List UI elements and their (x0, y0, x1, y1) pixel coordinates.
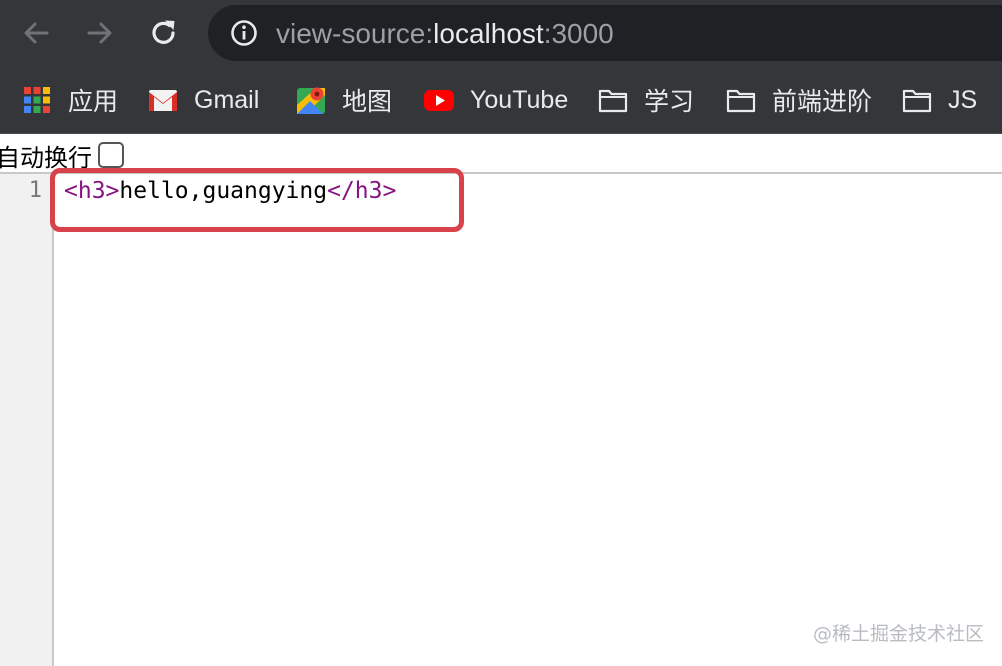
bookmark-apps[interactable]: 应用 (22, 84, 118, 116)
browser-toolbar: view-source:localhost:3000 (0, 0, 1002, 66)
bookmark-label: 地图 (342, 88, 393, 116)
reload-icon (152, 20, 175, 44)
watermark: @稀土掘金技术社区 (812, 623, 984, 645)
url-host: localhost (433, 18, 544, 49)
view-source-page: 自动换行 1 <h3>hello,guangying</h3> @稀土掘金技术社… (0, 134, 1002, 666)
back-button[interactable] (16, 13, 56, 53)
maps-icon (297, 87, 325, 114)
folder-icon (598, 89, 628, 113)
highlight-annotation-box (50, 168, 464, 232)
bookmark-folder-js[interactable]: JS (902, 84, 977, 116)
url-port: :3000 (543, 18, 614, 49)
bookmark-label: YouTube (470, 85, 569, 114)
back-arrow-icon (24, 22, 49, 44)
folder-icon (726, 89, 756, 113)
bookmark-folder-frontend[interactable]: 前端进阶 (726, 84, 872, 116)
bookmark-folder-study[interactable]: 学习 (598, 84, 694, 116)
bookmark-maps[interactable]: 地图 (296, 84, 392, 116)
line-number-gutter: 1 (0, 174, 54, 666)
bookmark-label: 应用 (68, 88, 119, 116)
bookmark-gmail[interactable]: Gmail (148, 84, 259, 116)
reload-button[interactable] (144, 13, 184, 53)
url-text: view-source:localhost:3000 (276, 18, 614, 50)
bookmark-label: 学习 (644, 88, 695, 116)
line-wrap-toggle[interactable]: 自动换行 (0, 138, 124, 172)
address-bar[interactable]: view-source:localhost:3000 (208, 5, 1002, 61)
bookmarks-bar: 应用 Gmail 地图 YouTube 学习 前端进阶 JS (0, 66, 1002, 134)
folder-icon (902, 89, 932, 113)
line-wrap-checkbox[interactable] (98, 142, 124, 168)
bookmark-youtube[interactable]: YouTube (424, 84, 568, 116)
forward-arrow-icon (87, 22, 112, 44)
bookmark-label: Gmail (194, 85, 260, 114)
info-icon[interactable] (230, 19, 258, 47)
gmail-icon (149, 90, 177, 111)
bookmark-label: 前端进阶 (772, 88, 873, 116)
youtube-icon (424, 90, 454, 111)
bookmark-label: JS (948, 85, 978, 114)
line-number: 1 (28, 178, 42, 203)
forward-button[interactable] (80, 13, 120, 53)
url-scheme: view-source: (276, 18, 434, 49)
apps-grid-icon (24, 87, 50, 113)
